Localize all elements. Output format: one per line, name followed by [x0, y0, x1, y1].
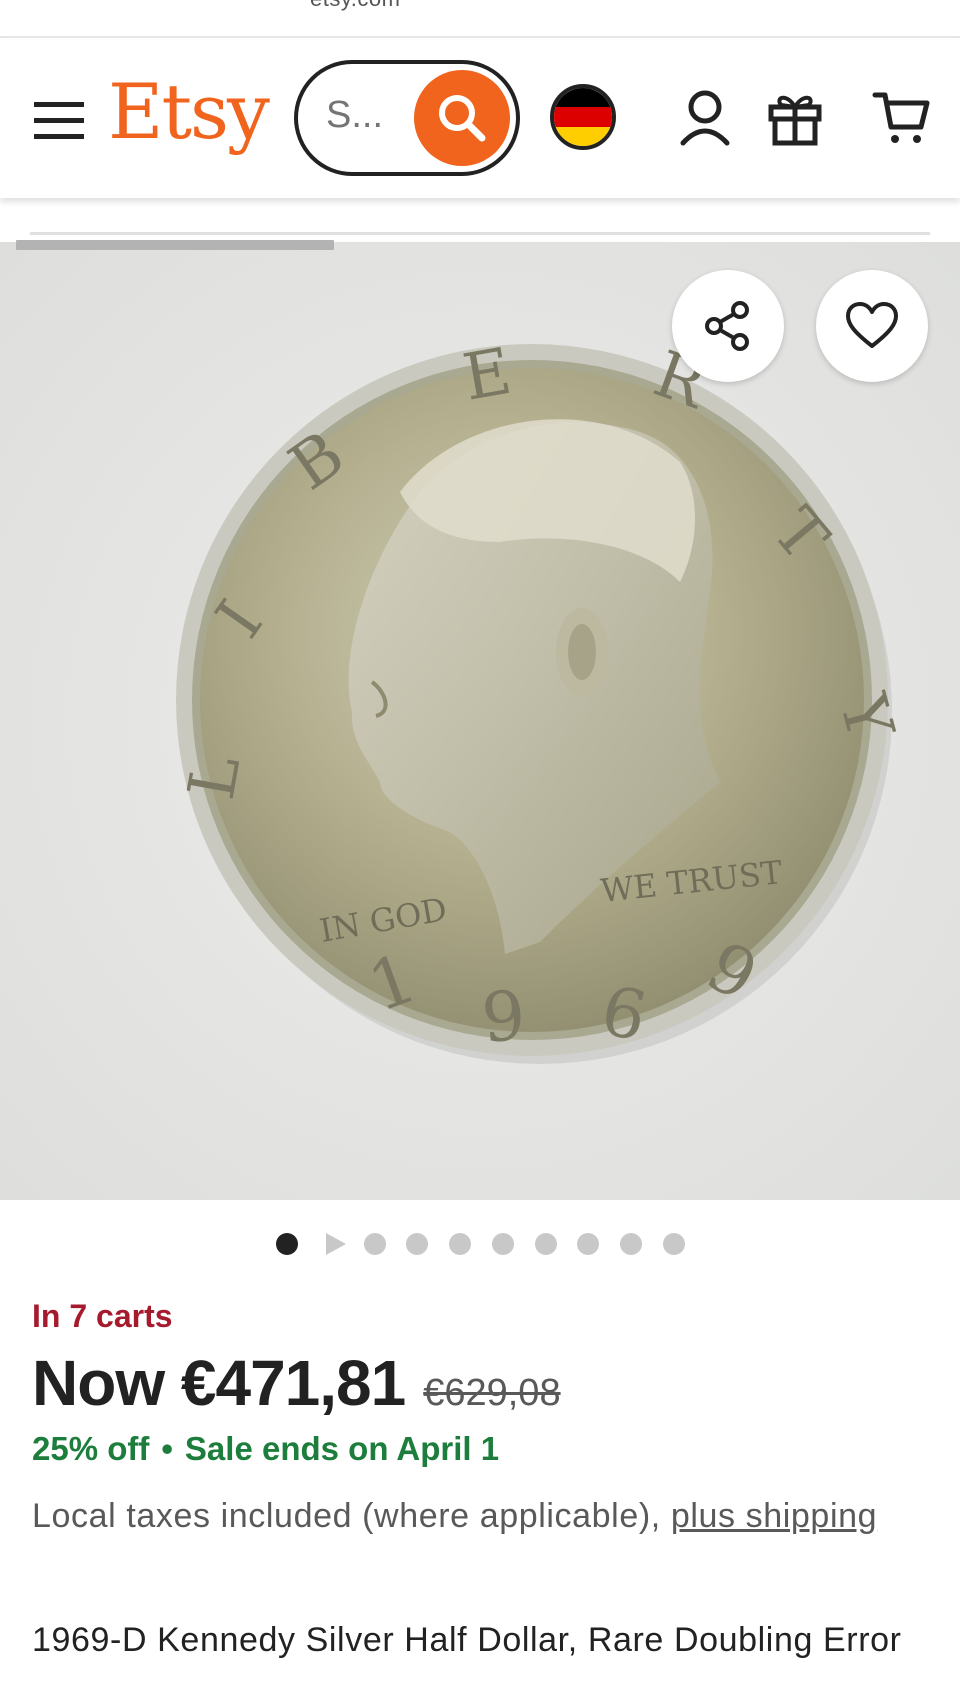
shipping-link[interactable]: plus shipping	[671, 1497, 877, 1535]
gift-icon	[768, 95, 822, 146]
gift-button[interactable]	[762, 84, 828, 150]
site-header: Etsy	[0, 40, 960, 198]
gallery-pagination	[0, 1230, 960, 1260]
account-button[interactable]	[672, 84, 738, 150]
gallery-dot-4[interactable]	[406, 1233, 428, 1255]
original-price: €629,08	[423, 1372, 561, 1414]
discount-text: 25% off	[32, 1430, 150, 1467]
gallery-dot-9[interactable]	[620, 1233, 642, 1255]
flag-stripe-black	[554, 88, 612, 108]
listing-title: 1969-D Kennedy Silver Half Dollar, Rare …	[32, 1621, 902, 1659]
gallery-dot-5[interactable]	[449, 1233, 471, 1255]
account-icon	[680, 90, 730, 146]
gallery-dot-3[interactable]	[364, 1233, 386, 1255]
gallery-dot-1[interactable]	[276, 1233, 298, 1255]
sale-end-text: Sale ends on April 1	[184, 1430, 500, 1467]
carts-count: In 7 carts	[32, 1298, 173, 1334]
separator-dot: •	[161, 1430, 173, 1467]
gallery-dot-6[interactable]	[492, 1233, 514, 1255]
search-input[interactable]	[326, 94, 406, 137]
menu-icon	[34, 102, 84, 139]
header-divider	[30, 232, 930, 235]
url-text: etsy.com	[310, 0, 400, 12]
search-icon	[439, 95, 486, 142]
gallery-dot-7[interactable]	[535, 1233, 557, 1255]
search-button[interactable]	[414, 70, 510, 166]
region-flag-button[interactable]	[550, 84, 616, 150]
product-image-gallery[interactable]: L I B E R T Y IN GOD WE TRUST 1 9 6 9	[0, 242, 960, 1200]
cart-icon	[872, 92, 930, 143]
menu-button[interactable]	[28, 92, 90, 148]
heart-icon	[846, 302, 898, 348]
current-price: Now €471,81	[32, 1347, 406, 1419]
share-button[interactable]	[672, 270, 784, 382]
tax-note: Local taxes included (where applicable),…	[32, 1492, 932, 1541]
video-play-icon[interactable]	[322, 1231, 348, 1257]
sale-info: 25% off • Sale ends on April 1	[32, 1430, 932, 1468]
product-image: L I B E R T Y IN GOD WE TRUST 1 9 6 9	[0, 242, 960, 1200]
etsy-logo[interactable]: Etsy	[108, 74, 270, 150]
scroll-indicator	[16, 240, 334, 250]
gallery-dot-8[interactable]	[577, 1233, 599, 1255]
flag-stripe-red	[554, 107, 612, 127]
svg-text:9: 9	[479, 976, 529, 1058]
tax-text: Local taxes included (where applicable),	[32, 1497, 661, 1535]
search-bar[interactable]	[294, 60, 520, 176]
cart-button[interactable]	[868, 84, 934, 150]
gallery-dot-10[interactable]	[663, 1233, 685, 1255]
favorite-button[interactable]	[816, 270, 928, 382]
browser-url-strip: etsy.com	[0, 0, 960, 38]
flag-stripe-gold	[554, 126, 612, 146]
share-icon	[705, 301, 749, 351]
price-block: Now €471,81 €629,08	[32, 1346, 932, 1420]
